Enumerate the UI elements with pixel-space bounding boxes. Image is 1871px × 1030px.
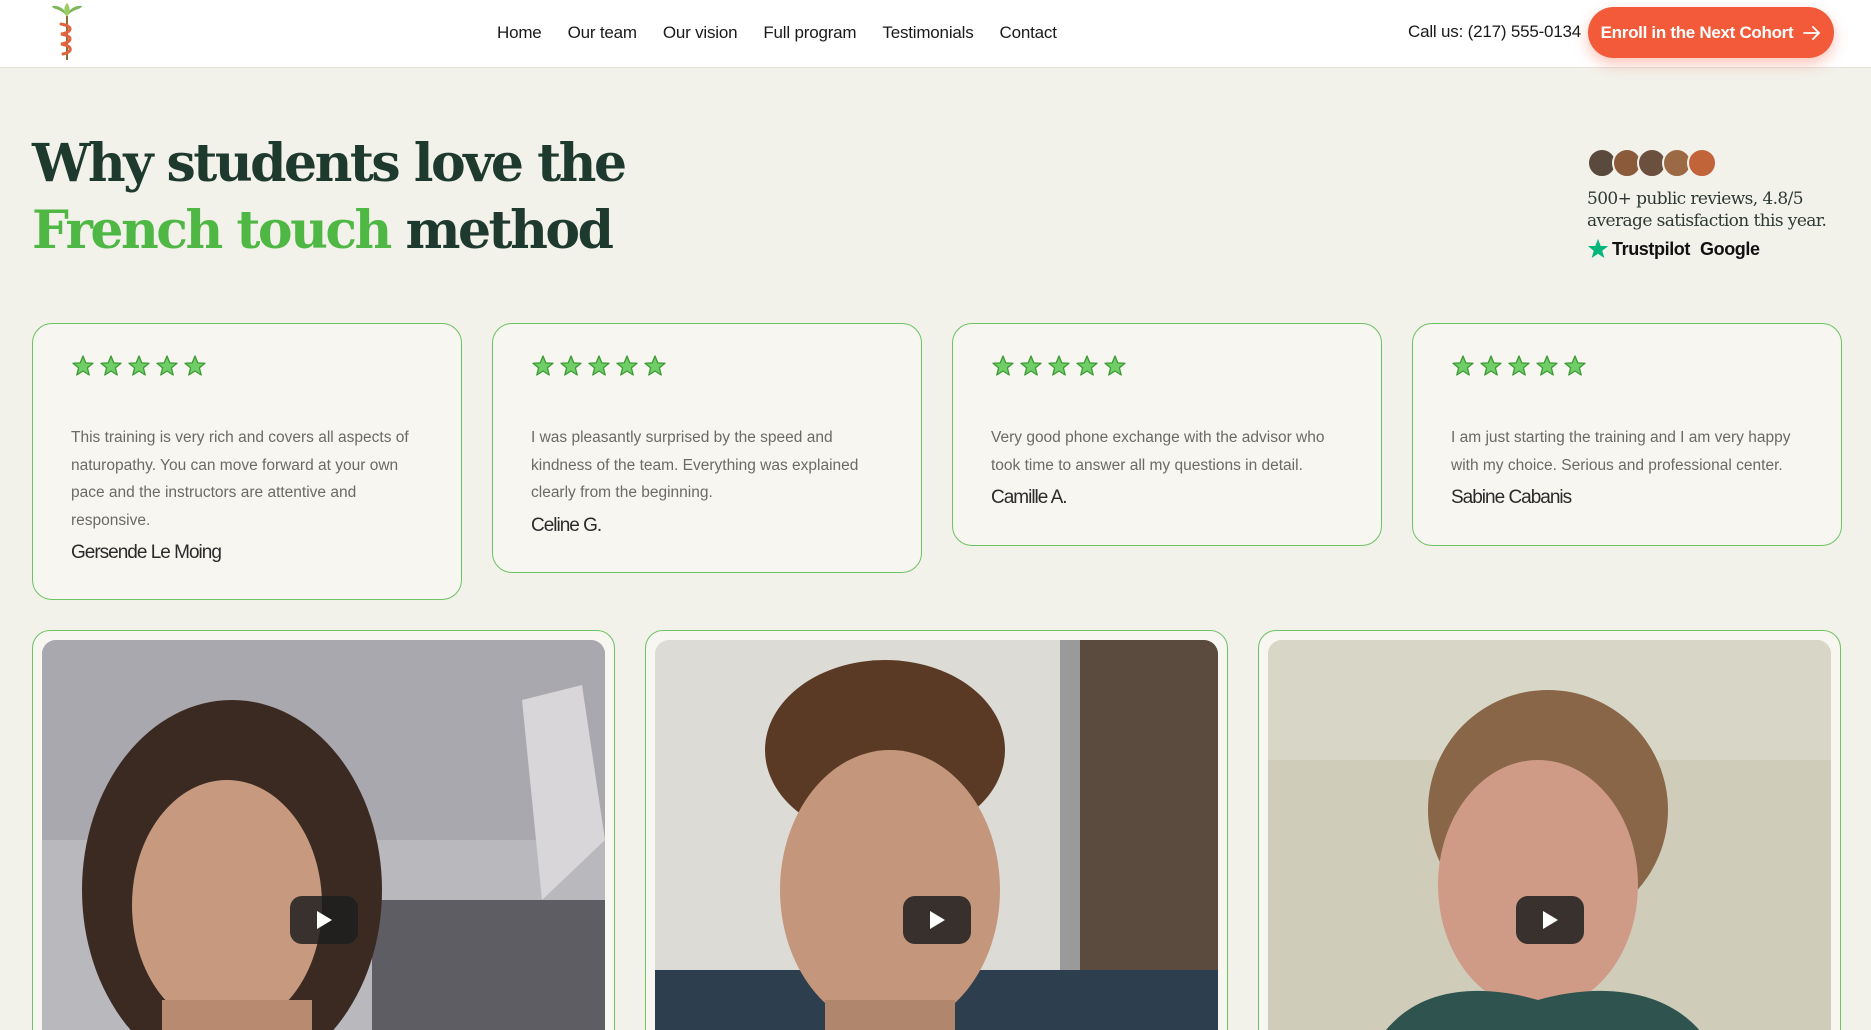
review-author: Celine G.: [531, 514, 602, 536]
reviewer-avatars: [1587, 148, 1847, 180]
play-icon: [1543, 911, 1558, 929]
video-player[interactable]: [655, 640, 1218, 1030]
section-title: Why students love the French touch metho…: [32, 130, 627, 264]
star-icon: [1480, 355, 1502, 376]
star-icon: [184, 355, 206, 376]
trustpilot-label: Trustpilot: [1612, 238, 1690, 259]
star-icon: [588, 355, 610, 376]
review-card: Very good phone exchange with the adviso…: [952, 323, 1382, 546]
nav-our-team-link[interactable]: Our team: [568, 23, 637, 43]
video-thumbnail: [42, 640, 605, 1030]
nav-contact-link[interactable]: Contact: [1000, 23, 1057, 43]
video-testimonial-card: [1258, 630, 1841, 1030]
star-rating: [991, 354, 1343, 382]
star-icon: [992, 355, 1014, 376]
play-button[interactable]: [290, 896, 358, 944]
trustpilot-badge[interactable]: Trustpilot: [1587, 238, 1690, 260]
star-icon: [1452, 355, 1474, 376]
main-menu: Home Our team Our vision Full program Te…: [497, 0, 1083, 66]
star-icon: [156, 355, 178, 376]
star-icon: [644, 355, 666, 376]
review-platforms: Trustpilot Google: [1587, 238, 1847, 260]
video-player[interactable]: [42, 640, 605, 1030]
star-icon: [100, 355, 122, 376]
avatar: [1687, 148, 1717, 178]
enroll-button[interactable]: Enroll in the Next Cohort: [1588, 7, 1834, 58]
logo-caduceus-icon[interactable]: [48, 2, 86, 62]
phone-number[interactable]: Call us: (217) 555-0134: [1408, 22, 1581, 42]
title-rest: method: [389, 200, 613, 261]
google-badge[interactable]: Google: [1700, 239, 1760, 260]
star-icon: [128, 355, 150, 376]
star-icon: [1536, 355, 1558, 376]
video-thumbnail: [655, 640, 1218, 1030]
trustpilot-star-icon: [1587, 238, 1609, 258]
arrow-right-icon: [1803, 25, 1821, 40]
review-card: I was pleasantly surprised by the speed …: [492, 323, 922, 573]
star-icon: [1020, 355, 1042, 376]
star-icon: [560, 355, 582, 376]
play-icon: [930, 911, 945, 929]
star-icon: [1564, 355, 1586, 376]
video-testimonial-card: [645, 630, 1228, 1030]
reviews-summary: 500+ public reviews, 4.8/5 average satis…: [1587, 148, 1847, 260]
star-icon: [72, 355, 94, 376]
review-author: Gersende Le Moing: [71, 542, 222, 563]
play-button[interactable]: [1516, 896, 1584, 944]
review-author: Sabine Cabanis: [1451, 487, 1572, 508]
star-icon: [1076, 355, 1098, 376]
play-button[interactable]: [903, 896, 971, 944]
nav-testimonials-link[interactable]: Testimonials: [882, 23, 973, 43]
review-text: I am just starting the training and I am…: [1451, 429, 1791, 474]
star-rating: [1451, 354, 1803, 382]
video-testimonial-card: [32, 630, 615, 1030]
title-line-1: Why students love the: [32, 133, 627, 194]
review-text: I was pleasantly surprised by the speed …: [531, 429, 859, 501]
star-icon: [1508, 355, 1530, 376]
nav-full-program-link[interactable]: Full program: [763, 23, 856, 43]
enroll-button-label: Enroll in the Next Cohort: [1600, 22, 1794, 42]
star-rating: [531, 354, 883, 382]
review-card: I am just starting the training and I am…: [1412, 323, 1842, 546]
review-author: Camille A.: [991, 487, 1068, 508]
review-text: This training is very rich and covers al…: [71, 429, 409, 529]
star-icon: [616, 355, 638, 376]
star-icon: [1104, 355, 1126, 376]
title-highlight: French touch: [32, 200, 392, 261]
reviews-summary-text: 500+ public reviews, 4.8/5 average satis…: [1587, 189, 1827, 231]
video-player[interactable]: [1268, 640, 1831, 1030]
review-text: Very good phone exchange with the adviso…: [991, 429, 1325, 474]
star-icon: [532, 355, 554, 376]
star-rating: [71, 354, 423, 382]
nav-home-link[interactable]: Home: [497, 23, 542, 43]
video-thumbnail: [1268, 640, 1831, 1030]
play-icon: [317, 911, 332, 929]
top-navigation: Home Our team Our vision Full program Te…: [0, 0, 1871, 68]
review-card: This training is very rich and covers al…: [32, 323, 462, 600]
star-icon: [1048, 355, 1070, 376]
nav-our-vision-link[interactable]: Our vision: [663, 23, 738, 43]
